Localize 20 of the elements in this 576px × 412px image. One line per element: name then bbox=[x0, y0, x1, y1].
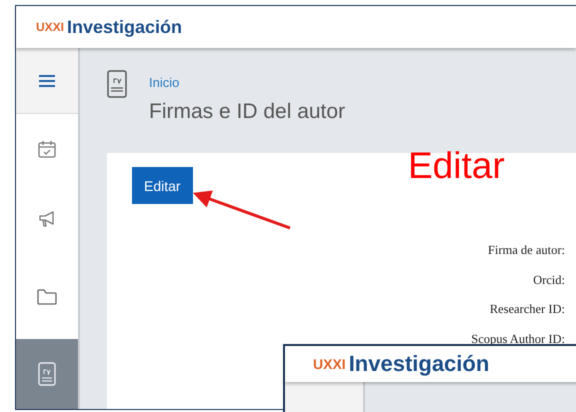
app-title: Investigación bbox=[348, 351, 490, 377]
field-label: Orcid: bbox=[533, 272, 565, 288]
field-label: Scopus Author ID: bbox=[471, 332, 565, 348]
megaphone-icon bbox=[38, 210, 56, 228]
logo-mark: UXXI bbox=[313, 356, 346, 372]
logo-mark: UXXI bbox=[36, 20, 64, 34]
page-title: Firmas e ID del autor bbox=[149, 100, 346, 124]
menu-icon bbox=[39, 74, 55, 86]
breadcrumb-link[interactable]: Inicio bbox=[149, 75, 346, 90]
annotation-text: Editar bbox=[408, 145, 505, 187]
document-icon bbox=[107, 70, 127, 98]
field-label: Firma de autor: bbox=[488, 243, 565, 259]
field-label: Researcher ID: bbox=[490, 302, 565, 318]
sidebar-item[interactable] bbox=[16, 339, 78, 409]
sidebar-item[interactable] bbox=[16, 48, 78, 114]
document-icon bbox=[38, 362, 56, 386]
edit-button[interactable]: Editar bbox=[132, 167, 193, 204]
folder-icon bbox=[37, 288, 57, 304]
app-title: Investigación bbox=[67, 16, 182, 38]
calendar-icon bbox=[38, 140, 56, 158]
